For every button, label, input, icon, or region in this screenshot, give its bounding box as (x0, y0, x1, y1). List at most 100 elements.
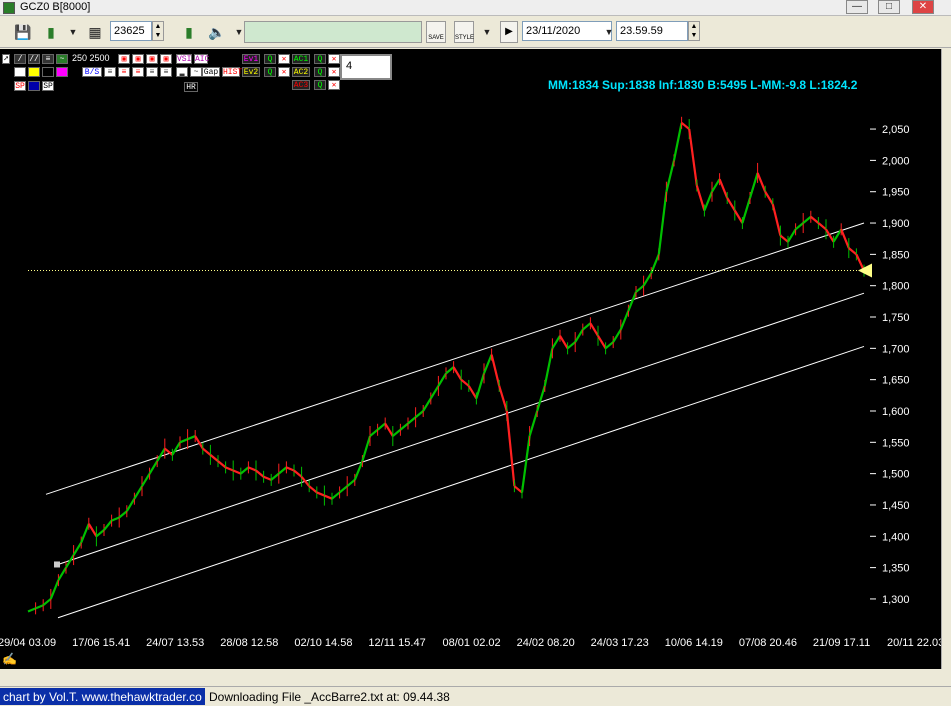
price-segment (316, 491, 325, 497)
price-segment (225, 466, 234, 472)
price-segment (133, 485, 143, 500)
status-bar: chart by Vol.T. www.thehawktrader.co Dow… (0, 686, 951, 706)
price-segment (582, 322, 592, 331)
price-segment (452, 366, 463, 381)
price-segment (733, 209, 744, 224)
y-tick-label: 2,050 (882, 124, 910, 136)
price-chart[interactable]: 2,050 2,000 1,950 1,900 1,850 1,800 1,750 1,700… (0, 49, 941, 669)
channel-line (57, 292, 865, 565)
price-segment (498, 385, 508, 412)
price-segment (627, 291, 638, 312)
price-segment (338, 485, 348, 494)
play-button[interactable]: ▶ (500, 21, 518, 43)
maximize-button[interactable]: □ (878, 0, 900, 14)
price-segment (263, 475, 272, 481)
price-segment (240, 466, 250, 475)
price-segment (422, 397, 432, 412)
price-segment (520, 435, 531, 493)
y-tick-label: 1,300 (882, 594, 910, 606)
price-segment (331, 491, 341, 500)
price-segment (528, 410, 539, 437)
y-tick-label: 1,850 (882, 249, 910, 261)
x-tick-label: 24/07 13.53 (146, 637, 204, 649)
price-segment (680, 121, 690, 130)
x-tick-label: 29/04 03.09 (0, 637, 56, 649)
price-segment (810, 215, 820, 224)
price-segment (187, 435, 196, 441)
chevron-down-icon-3[interactable]: ▼ (476, 21, 498, 43)
hand-icon[interactable]: ✍ (2, 652, 18, 666)
price-segment (141, 473, 151, 487)
price-segment (475, 373, 486, 399)
app-icon (3, 2, 15, 14)
y-tick-label: 1,400 (882, 531, 910, 543)
price-segment (505, 410, 516, 487)
price-segment (787, 228, 797, 243)
color-swatch-field[interactable] (244, 21, 422, 43)
y-tick-label: 1,500 (882, 469, 910, 481)
price-segment (711, 178, 721, 193)
price-segment (642, 272, 653, 287)
price-segment (72, 541, 83, 556)
price-segment (688, 128, 698, 186)
price-segment (756, 172, 767, 193)
style-button[interactable]: STYLE (454, 21, 474, 43)
price-segment (429, 385, 440, 400)
price-segment (817, 222, 827, 231)
time-input[interactable]: 23.59.59 (616, 21, 688, 41)
bars-count-input[interactable]: 23625 (110, 21, 152, 41)
credit-link[interactable]: chart by Vol.T. www.thehawktrader.co (0, 688, 205, 705)
price-segment (718, 178, 729, 199)
x-tick-label: 12/11 15.47 (368, 637, 425, 649)
price-segment (467, 385, 478, 400)
price-segment (460, 378, 470, 387)
vertical-scrollbar[interactable] (941, 49, 951, 669)
price-segment (103, 519, 113, 531)
save-button[interactable]: SAVE (426, 21, 446, 43)
time-spinner[interactable]: ▲ ▼ (688, 21, 700, 41)
price-segment (111, 516, 120, 522)
save-icon[interactable]: 💾 (12, 21, 34, 43)
price-segment (255, 469, 265, 478)
price-segment (399, 422, 409, 431)
minimize-button[interactable]: — (846, 0, 868, 14)
price-segment (179, 438, 189, 444)
price-segment (361, 435, 372, 462)
price-segment (376, 422, 386, 431)
bar-chart-icon[interactable]: ▮ (178, 21, 200, 43)
price-segment (270, 472, 280, 481)
price-segment (392, 428, 402, 437)
price-segment (125, 498, 136, 512)
y-tick-label: 1,600 (882, 406, 910, 418)
price-segment (209, 453, 219, 462)
price-segment (764, 191, 774, 205)
price-segment (80, 523, 90, 543)
x-tick-label: 21/09 17.11 (813, 637, 870, 649)
last-price-marker (858, 263, 872, 278)
x-tick-label: 07/08 20.46 (739, 637, 797, 649)
price-segment (741, 197, 752, 224)
chart-icon[interactable]: ▮ (40, 21, 62, 43)
price-segment (407, 416, 417, 425)
y-tick-label: 1,450 (882, 500, 910, 512)
price-segment (574, 328, 584, 343)
price-segment (848, 247, 858, 256)
price-segment (278, 466, 288, 475)
price-segment (589, 322, 599, 337)
price-segment (247, 466, 257, 472)
price-segment (95, 529, 105, 538)
calculator-icon[interactable]: ▦ (84, 21, 106, 43)
toolbar: 💾 ▮ ▼ ▦ 23625 ▲ ▼ ▮ 🔈 ▼ SAVE STYLE ▼ ▶ 23… (0, 16, 951, 48)
price-segment (323, 494, 333, 500)
bars-spinner[interactable]: ▲ ▼ (152, 21, 164, 41)
speaker-icon[interactable]: 🔈 (206, 21, 228, 43)
y-tick-label: 1,650 (882, 375, 910, 387)
chevron-down-icon[interactable]: ▼ (62, 21, 84, 43)
price-segment (87, 523, 98, 537)
y-tick-label: 1,950 (882, 187, 910, 199)
close-button[interactable]: ✕ (912, 0, 934, 14)
price-segment (703, 191, 714, 211)
price-segment (445, 366, 455, 375)
price-segment (369, 428, 379, 437)
y-tick-label: 1,550 (882, 437, 910, 449)
